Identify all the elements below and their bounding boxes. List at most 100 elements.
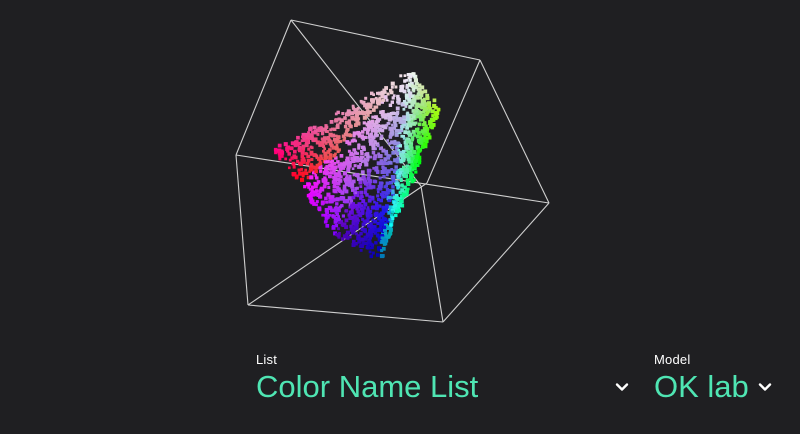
color-point — [337, 170, 341, 174]
color-point — [370, 205, 375, 210]
color-point — [312, 185, 316, 189]
color-point — [300, 177, 305, 182]
color-point — [403, 130, 408, 135]
color-point — [356, 152, 359, 155]
color-point — [355, 186, 359, 190]
color-point — [315, 176, 319, 180]
color-point — [373, 105, 377, 109]
color-point — [342, 234, 347, 239]
color-point — [364, 127, 368, 131]
color-point — [339, 139, 343, 143]
color-point — [354, 191, 357, 195]
color-point — [291, 161, 296, 166]
color-point — [309, 150, 314, 155]
color-point — [299, 162, 303, 167]
color-point — [395, 182, 399, 187]
color-point — [338, 189, 342, 193]
color-point — [352, 131, 357, 136]
color-point — [348, 160, 352, 164]
color-point — [356, 236, 361, 240]
color-point — [380, 181, 384, 185]
list-dropdown[interactable]: Color Name List — [256, 369, 630, 405]
color-point — [405, 139, 410, 144]
color-point — [309, 175, 314, 180]
color-point — [361, 130, 365, 134]
color-point — [287, 152, 291, 156]
color-point — [376, 253, 380, 257]
cube-edge — [479, 59, 550, 204]
color-point — [336, 233, 340, 237]
color-point — [403, 74, 407, 77]
color-point — [415, 102, 420, 107]
color-point — [420, 102, 425, 106]
color-point — [388, 188, 392, 192]
cube-edge — [442, 202, 550, 323]
color-point — [415, 96, 420, 100]
color-point — [366, 216, 370, 220]
color-point — [410, 163, 414, 167]
color-point — [381, 191, 385, 195]
list-selected-value: Color Name List — [256, 369, 479, 404]
color-point — [416, 115, 420, 119]
color-point — [371, 115, 375, 119]
color-point — [356, 121, 361, 126]
color-point — [348, 215, 353, 220]
color-point — [348, 133, 353, 138]
color-point — [351, 117, 355, 121]
color-point — [312, 125, 317, 130]
color-point — [367, 120, 371, 124]
color-point — [378, 155, 382, 158]
color-point — [353, 108, 357, 112]
color-point — [430, 109, 435, 114]
color-point — [278, 154, 281, 158]
color-point — [362, 115, 367, 120]
color-point — [386, 139, 389, 142]
color-point — [382, 167, 386, 171]
color-point — [310, 157, 314, 161]
color-point — [340, 118, 344, 123]
color-point — [329, 128, 333, 132]
model-dropdown[interactable]: OK lab — [654, 369, 784, 405]
color-point — [333, 220, 338, 224]
color-point — [377, 216, 381, 221]
color-point — [389, 90, 394, 95]
color-point — [326, 192, 331, 197]
color-point — [350, 156, 354, 161]
color-point — [383, 185, 387, 189]
color-space-3d-canvas[interactable] — [0, 0, 800, 340]
color-point — [361, 198, 365, 202]
color-point — [357, 177, 361, 181]
color-point — [332, 184, 337, 189]
color-point — [329, 120, 334, 124]
color-point — [334, 152, 337, 156]
color-point — [417, 122, 422, 127]
color-point — [356, 174, 360, 178]
color-point — [359, 155, 364, 159]
color-point — [404, 93, 409, 98]
color-point — [345, 174, 349, 177]
color-point — [314, 174, 318, 177]
chevron-down-icon — [758, 383, 771, 391]
color-point — [329, 160, 333, 164]
color-point — [324, 216, 329, 220]
color-point — [388, 218, 392, 221]
color-point — [314, 169, 318, 174]
list-selector: List Color Name List — [256, 352, 636, 405]
color-point — [334, 118, 338, 123]
color-point — [333, 181, 338, 186]
color-point — [371, 251, 375, 255]
color-point — [356, 156, 359, 159]
color-point — [406, 157, 411, 162]
color-point — [399, 171, 403, 175]
color-point — [354, 215, 358, 219]
color-point — [295, 174, 299, 179]
color-point — [315, 200, 319, 204]
color-point — [379, 254, 384, 259]
color-point — [369, 254, 374, 259]
color-point — [366, 109, 370, 113]
color-point — [346, 164, 351, 168]
color-point — [333, 216, 338, 221]
color-point — [359, 207, 363, 211]
color-point — [374, 206, 379, 211]
color-point — [277, 143, 282, 148]
